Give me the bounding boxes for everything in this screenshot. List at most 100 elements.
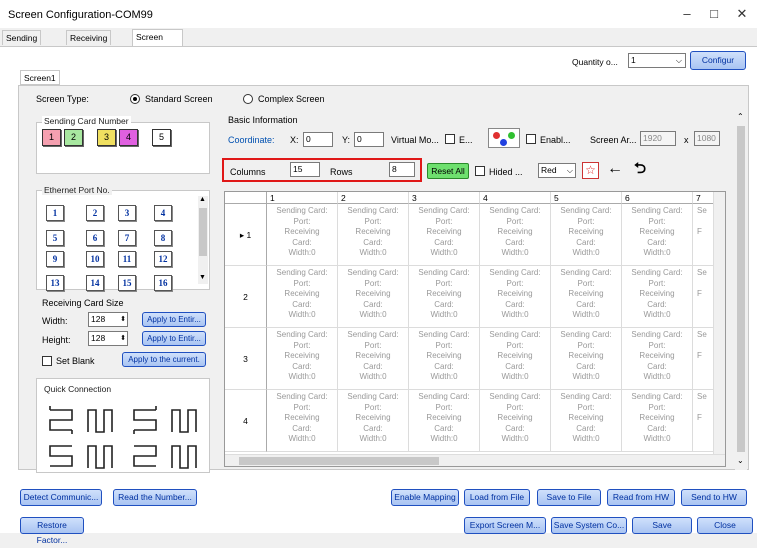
grid-cell[interactable]: Sending Card: Port: Receiving Card: Width:0: [338, 266, 409, 328]
ethernet-port-1-button[interactable]: 1: [46, 205, 64, 221]
ethernet-port-3-button[interactable]: 3: [118, 205, 136, 221]
grid-cell[interactable]: Sending Card: Port: Receiving Card: Width:0: [338, 390, 409, 452]
maximize-button[interactable]: □: [700, 4, 728, 24]
grid-row-header[interactable]: 2: [225, 266, 267, 328]
tab-receiving-card[interactable]: Receiving Card: [66, 30, 112, 58]
grid-cell[interactable]: Sending Card: Port: Receiving Card: Width:0: [622, 328, 693, 390]
ethernet-port-9-button[interactable]: 9: [46, 251, 64, 267]
panel-scroll-thumb[interactable]: [737, 126, 745, 452]
ethernet-port-8-button[interactable]: 8: [154, 230, 172, 246]
export-screen-button[interactable]: Export Screen M...: [464, 517, 546, 534]
grid-column-header[interactable]: 5: [551, 192, 622, 204]
x-input[interactable]: 0: [303, 132, 333, 147]
scroll-up-icon[interactable]: ▲: [199, 196, 206, 203]
grid-cell[interactable]: Sending Card: Port: Receiving Card: Width:0: [622, 390, 693, 452]
grid-cell[interactable]: Sending Card: Port: Receiving Card: Width:0: [267, 204, 338, 266]
apply-height-entire-button[interactable]: Apply to Entir...: [142, 331, 206, 346]
ethernet-port-7-button[interactable]: 7: [118, 230, 136, 246]
spinner-icon[interactable]: ⬍: [120, 332, 126, 345]
grid-h-scroll-thumb[interactable]: [239, 457, 439, 465]
grid-column-header[interactable]: 3: [409, 192, 480, 204]
grid-cell[interactable]: Sending Card: Port: Receiving Card: Width:0: [551, 204, 622, 266]
minimize-button[interactable]: –: [673, 4, 701, 24]
grid-horizontal-scrollbar[interactable]: [225, 454, 725, 466]
ethernet-port-14-button[interactable]: 14: [86, 275, 104, 291]
ethernet-port-2-button[interactable]: 2: [86, 205, 104, 221]
e-checkbox[interactable]: [445, 134, 455, 144]
grid-vertical-scrollbar[interactable]: [713, 192, 725, 454]
sending-card-3-button[interactable]: 3: [97, 129, 116, 146]
tab-sending-card[interactable]: Sending Card: [2, 30, 42, 58]
grid-column-header[interactable]: 1: [267, 192, 338, 204]
load-from-file-button[interactable]: Load from File: [464, 489, 530, 506]
reset-all-button[interactable]: Reset All: [427, 163, 469, 179]
columns-input[interactable]: 15: [290, 162, 320, 177]
sending-card-4-button[interactable]: 4: [119, 129, 138, 146]
save-to-file-button[interactable]: Save to File: [537, 489, 601, 506]
panel-scrollbar[interactable]: ⌃ ⌄: [735, 110, 747, 470]
hided-checkbox[interactable]: [475, 166, 485, 176]
grid-cell[interactable]: Sending Card: Port: Receiving Card: Width:0: [267, 266, 338, 328]
close-button[interactable]: Close: [697, 517, 753, 534]
ethernet-port-5-button[interactable]: 5: [46, 230, 64, 246]
detect-communication-button[interactable]: Detect Communic...: [20, 489, 102, 506]
apply-current-button[interactable]: Apply to the current.: [122, 352, 206, 367]
restore-factory-button[interactable]: Restore Factor...: [20, 517, 84, 545]
grid-cell[interactable]: Sending Card: Port: Receiving Card: Width:0: [551, 266, 622, 328]
ethernet-port-10-button[interactable]: 10: [86, 251, 104, 267]
grid-cell[interactable]: Sending Card: Port: Receiving Card: Width:0: [267, 390, 338, 452]
width-input[interactable]: 128 ⬍: [88, 312, 128, 327]
ethernet-port-15-button[interactable]: 15: [118, 275, 136, 291]
sending-card-2-button[interactable]: 2: [64, 129, 83, 146]
read-number-button[interactable]: Read the Number...: [113, 489, 197, 506]
ethernet-port-13-button[interactable]: 13: [46, 275, 64, 291]
height-input[interactable]: 128 ⬍: [88, 331, 128, 346]
ethernet-port-4-button[interactable]: 4: [154, 205, 172, 221]
tab-screen1[interactable]: Screen1: [20, 70, 60, 85]
save-button[interactable]: Save: [632, 517, 692, 534]
rows-input[interactable]: 8: [389, 162, 415, 177]
grid-column-header[interactable]: 2: [338, 192, 409, 204]
grid-column-header[interactable]: 4: [480, 192, 551, 204]
virtual-pixel-icon[interactable]: [488, 128, 520, 148]
ethernet-port-12-button[interactable]: 12: [154, 251, 172, 267]
spinner-icon[interactable]: ⬍: [120, 313, 126, 326]
grid-cell[interactable]: Sending Card: Port: Receiving Card: Width:0: [622, 266, 693, 328]
set-blank-checkbox[interactable]: [42, 356, 52, 366]
grid-cell[interactable]: Sending Card: Port: Receiving Card: Width:0: [622, 204, 693, 266]
scroll-down-icon[interactable]: ▼: [199, 274, 206, 281]
ethernet-port-11-button[interactable]: 11: [118, 251, 136, 267]
tab-screen-connection[interactable]: Screen Connection: [132, 29, 183, 57]
grid-cell[interactable]: Sending Card: Port: Receiving Card: Width:0: [409, 204, 480, 266]
grid-row-header[interactable]: 4: [225, 390, 267, 452]
save-system-config-button[interactable]: Save System Co...: [551, 517, 627, 534]
read-from-hw-button[interactable]: Read from HW: [607, 489, 675, 506]
grid-cell[interactable]: Sending Card: Port: Receiving Card: Width:0: [409, 266, 480, 328]
configure-button[interactable]: Configur: [690, 51, 746, 70]
grid-cell[interactable]: Sending Card: Port: Receiving Card: Width:0: [551, 328, 622, 390]
ethernet-scroll-thumb[interactable]: [199, 208, 207, 256]
enable-mapping-button[interactable]: Enable Mapping: [391, 489, 459, 506]
sending-card-1-button[interactable]: 1: [42, 129, 61, 146]
scroll-up-icon[interactable]: ⌃: [737, 112, 744, 121]
scroll-down-icon[interactable]: ⌄: [737, 456, 744, 465]
apply-width-entire-button[interactable]: Apply to Entir...: [142, 312, 206, 327]
grid-cell[interactable]: Sending Card: Port: Receiving Card: Width:0: [480, 390, 551, 452]
complex-screen-radio[interactable]: [243, 94, 253, 104]
grid-cell[interactable]: Sending Card: Port: Receiving Card: Width:0: [267, 328, 338, 390]
grid-cell[interactable]: Sending Card: Port: Receiving Card: Width:0: [409, 390, 480, 452]
ethernet-port-6-button[interactable]: 6: [86, 230, 104, 246]
color-select[interactable]: Red ⌵: [538, 163, 576, 178]
grid-cell[interactable]: Sending Card: Port: Receiving Card: Width:0: [338, 204, 409, 266]
standard-screen-radio[interactable]: [130, 94, 140, 104]
quantity-select[interactable]: 1 ⌵: [628, 53, 686, 68]
send-to-hw-button[interactable]: Send to HW: [681, 489, 747, 506]
sending-card-5-button[interactable]: 5: [152, 129, 171, 146]
grid-cell[interactable]: Sending Card: Port: Receiving Card: Width:0: [480, 204, 551, 266]
grid-cell[interactable]: Sending Card: Port: Receiving Card: Width:0: [551, 390, 622, 452]
y-input[interactable]: 0: [354, 132, 384, 147]
grid-cell[interactable]: Sending Card: Port: Receiving Card: Width:0: [338, 328, 409, 390]
ethernet-port-16-button[interactable]: 16: [154, 275, 172, 291]
grid-row-header[interactable]: 3: [225, 328, 267, 390]
star-icon[interactable]: ☆: [582, 162, 599, 179]
